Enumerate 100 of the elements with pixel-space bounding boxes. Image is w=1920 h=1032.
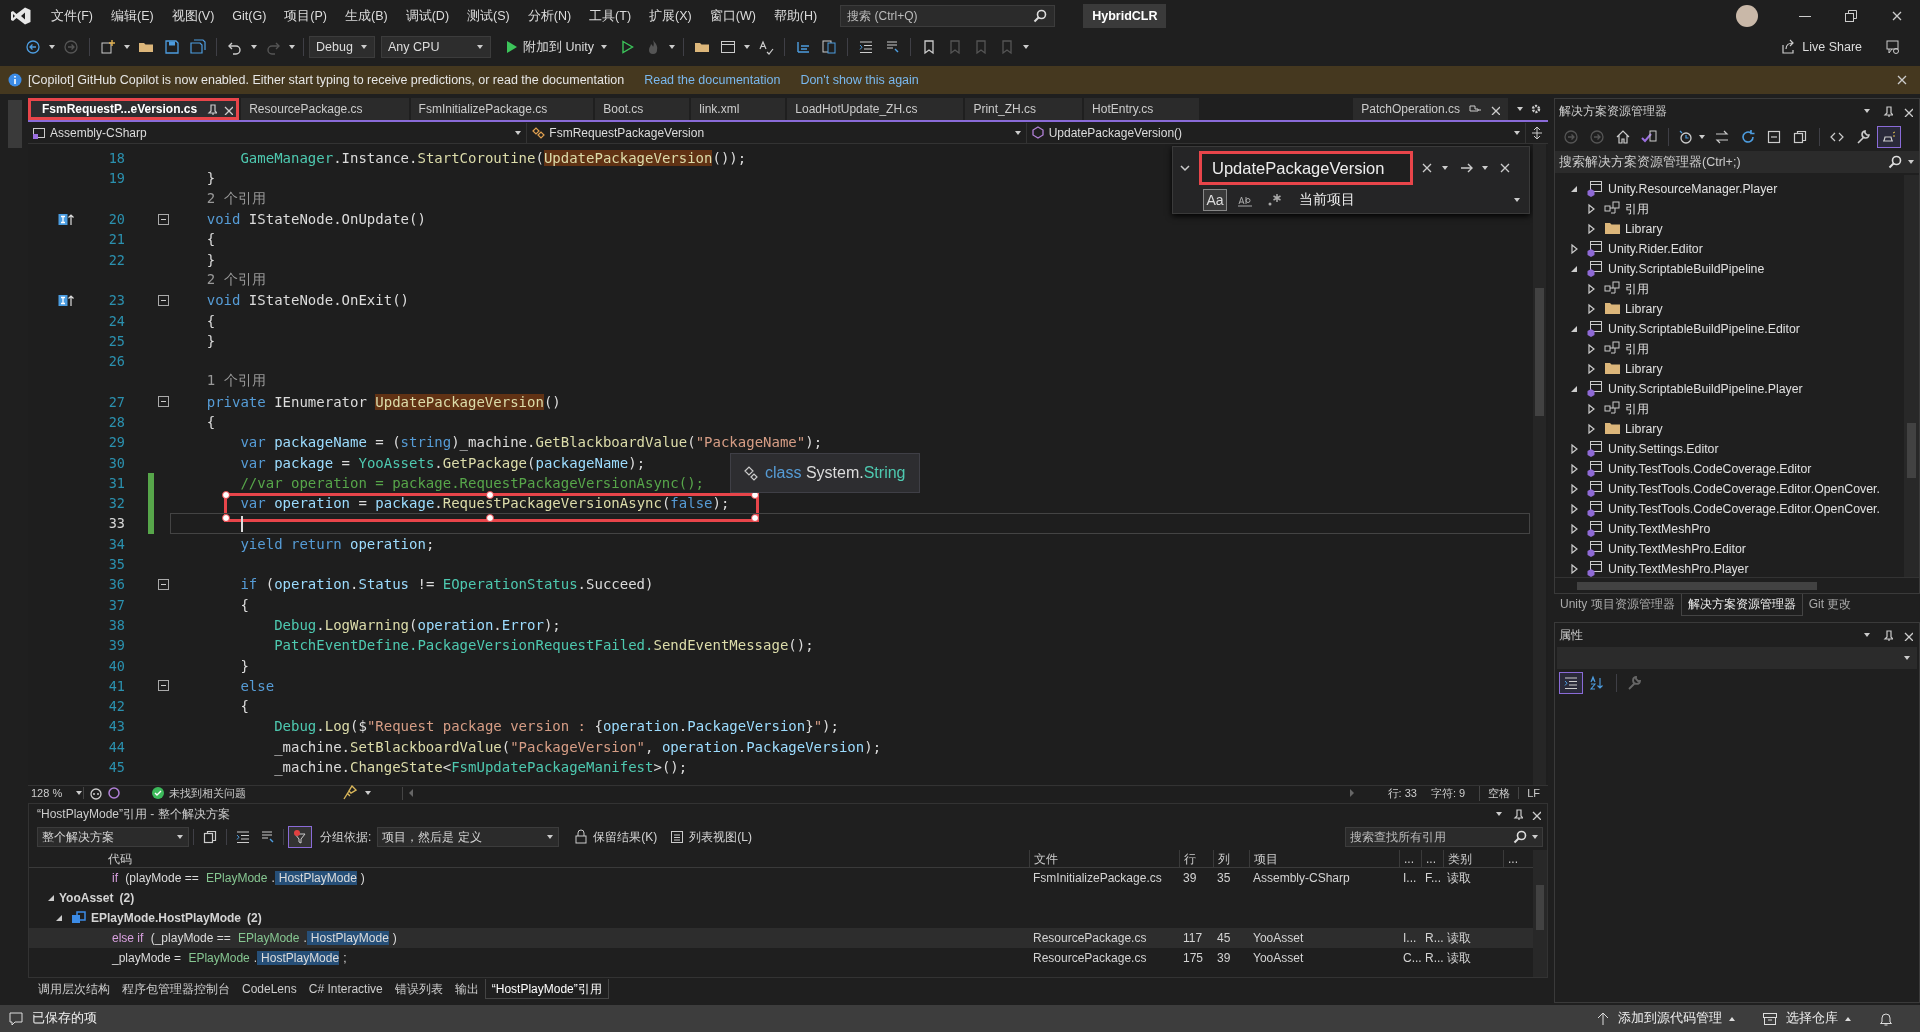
- expander-icon[interactable]: [1569, 483, 1579, 495]
- expander-icon[interactable]: [1586, 423, 1596, 435]
- implements-icon[interactable]: [58, 212, 74, 226]
- whitespace-indicator[interactable]: 空格: [1479, 785, 1511, 801]
- editor-tab[interactable]: ResourcePackage.cs: [241, 98, 409, 120]
- column-header[interactable]: ...: [1399, 850, 1421, 868]
- configuration-dropdown[interactable]: Debug: [309, 36, 375, 58]
- collapse-icon[interactable]: [158, 294, 169, 306]
- column-header[interactable]: 文件: [1029, 850, 1179, 868]
- result-row[interactable]: else if (_playMode == EPlayMode . HostPlayMode ) ResourcePackage.cs 117 45 YooAsset I... R... 读取: [29, 928, 1533, 948]
- tool-window-tab[interactable]: 错误列表: [388, 979, 449, 999]
- expander-icon[interactable]: [1586, 303, 1596, 315]
- info-link[interactable]: Don't show this again: [800, 73, 919, 87]
- tree-item[interactable]: 引用: [1625, 280, 1649, 298]
- tree-item[interactable]: Unity.TextMeshPro.Player: [1608, 562, 1749, 576]
- line-indicator[interactable]: 行: 33: [1387, 785, 1417, 801]
- tree-item[interactable]: Unity.ScriptableBuildPipeline: [1608, 262, 1765, 276]
- collapse-icon[interactable]: [158, 396, 169, 408]
- menu-item[interactable]: 文件(F): [42, 7, 102, 25]
- codelens-text[interactable]: 1 个引用: [173, 371, 1530, 392]
- tool-window-tab[interactable]: “HostPlayMode”引用: [484, 979, 609, 999]
- menu-item[interactable]: 视图(V): [162, 7, 224, 25]
- editor-tab[interactable]: FsmInitializePackage.cs: [410, 98, 594, 120]
- scope-dropdown[interactable]: 当前项目: [1299, 191, 1529, 209]
- expander-icon[interactable]: [55, 913, 63, 923]
- tool-window-tab[interactable]: C# Interactive: [302, 979, 389, 999]
- categorized-button[interactable]: [1559, 672, 1583, 694]
- column-header[interactable]: 行: [1179, 850, 1213, 868]
- caret-icon[interactable]: [1495, 810, 1503, 818]
- expander-icon[interactable]: [1569, 503, 1579, 515]
- notifications-button[interactable]: [1878, 1010, 1894, 1027]
- caret-icon[interactable]: [1441, 164, 1449, 172]
- tree-item[interactable]: Unity.Settings.Editor: [1608, 442, 1719, 456]
- expander-icon[interactable]: [47, 893, 55, 903]
- tree-item[interactable]: Library: [1625, 422, 1663, 436]
- result-row[interactable]: _playMode = EPlayMode . HostPlayMode ; ResourcePackage.cs 175 39 YooAsset C... R... 读取: [29, 948, 1533, 968]
- copilot-icon[interactable]: [88, 785, 104, 801]
- list-view-button[interactable]: 列表视图(L): [669, 828, 752, 846]
- collapse-icon[interactable]: [158, 578, 169, 590]
- tree-item[interactable]: 引用: [1625, 400, 1649, 418]
- expander-icon[interactable]: [1586, 403, 1596, 415]
- panel-tab[interactable]: 解决方案资源管理器: [1680, 594, 1803, 616]
- expander-icon[interactable]: [1586, 343, 1596, 355]
- menu-item[interactable]: 生成(B): [336, 7, 397, 25]
- tree-item[interactable]: Library: [1625, 362, 1663, 376]
- member-dropdown[interactable]: UpdatePackageVersion(): [1026, 122, 1526, 143]
- editor-tab[interactable]: link.xml: [691, 98, 786, 120]
- line-ending-indicator[interactable]: LF: [1518, 787, 1540, 799]
- menu-item[interactable]: 测试(S): [458, 7, 519, 25]
- search-field[interactable]: 搜索 (Ctrl+Q): [840, 5, 1056, 27]
- scope-dropdown[interactable]: 整个解决方案: [37, 827, 189, 847]
- app-logo-icon[interactable]: [10, 6, 32, 26]
- pin-icon[interactable]: [1468, 103, 1482, 115]
- tool-window-tab[interactable]: 程序包管理器控制台: [116, 979, 236, 999]
- tree-item[interactable]: Unity.ScriptableBuildPipeline.Editor: [1608, 322, 1800, 336]
- column-header[interactable]: 列: [1213, 850, 1249, 868]
- pin-icon[interactable]: [1511, 808, 1523, 820]
- attach-button[interactable]: 附加到 Unity: [497, 38, 614, 56]
- tree-item[interactable]: Unity.TextMeshPro.Editor: [1608, 542, 1746, 556]
- group-label[interactable]: YooAsset: [59, 891, 114, 905]
- column-header[interactable]: 类别: [1443, 850, 1503, 868]
- pin-icon[interactable]: [1881, 629, 1893, 641]
- menu-item[interactable]: Git(G): [223, 9, 276, 23]
- menu-item[interactable]: 扩展(X): [640, 7, 701, 25]
- type-dropdown[interactable]: FsmRequestPackageVersion: [527, 122, 1027, 143]
- codelens-text[interactable]: 2 个引用: [173, 269, 1530, 291]
- tree-item[interactable]: Library: [1625, 222, 1663, 236]
- tool-window-tab[interactable]: 调用层次结构: [32, 979, 116, 999]
- tree-item[interactable]: Unity.ResourceManager.Player: [1608, 182, 1778, 196]
- tree-item[interactable]: Unity.TestTools.CodeCoverage.Editor: [1608, 462, 1812, 476]
- expander-icon[interactable]: [1569, 463, 1579, 475]
- expander-icon[interactable]: [1586, 363, 1596, 375]
- tree-item[interactable]: Unity.TestTools.CodeCoverage.Editor.OpenCover.: [1608, 482, 1880, 496]
- group-by-dropdown[interactable]: 项目，然后是 定义: [377, 827, 560, 847]
- expander-icon[interactable]: [1586, 283, 1596, 295]
- menu-item[interactable]: 项目(P): [275, 7, 336, 25]
- expander-icon[interactable]: [1569, 543, 1579, 555]
- search-field[interactable]: 搜索解决方案资源管理器(Ctrl+;): [1555, 151, 1919, 173]
- tree-item[interactable]: 引用: [1625, 340, 1649, 358]
- keep-results-button[interactable]: 保留结果(K): [573, 828, 658, 846]
- expander-icon[interactable]: [1569, 523, 1579, 535]
- pin-icon[interactable]: [205, 103, 218, 115]
- info-link[interactable]: Read the documentation: [644, 73, 781, 87]
- editor-tab[interactable]: FsmRequestP...eVersion.cs: [28, 98, 240, 120]
- editor-tab[interactable]: Print_ZH.cs: [965, 98, 1083, 120]
- source-control-button[interactable]: 添加到源代码管理: [1596, 1010, 1736, 1027]
- menu-item[interactable]: 窗口(W): [700, 7, 765, 25]
- collapse-icon[interactable]: [158, 213, 169, 225]
- group-label[interactable]: EPlayMode.HostPlayMode: [91, 911, 242, 925]
- tree-item[interactable]: Library: [1625, 302, 1663, 316]
- expander-icon[interactable]: [1586, 203, 1596, 215]
- issues-indicator[interactable]: 未找到相关问题: [152, 785, 302, 801]
- menu-item[interactable]: 调试(D): [396, 7, 459, 25]
- tool-window-tab[interactable]: 输出: [448, 979, 485, 999]
- editor-tab[interactable]: PatchOperation.cs: [1353, 98, 1508, 120]
- column-header[interactable]: ...: [1421, 850, 1443, 868]
- split-icon[interactable]: [1530, 125, 1544, 140]
- char-indicator[interactable]: 字符: 9: [1430, 785, 1466, 801]
- cleanup-button[interactable]: [342, 785, 372, 801]
- expand-icon[interactable]: [1179, 162, 1191, 174]
